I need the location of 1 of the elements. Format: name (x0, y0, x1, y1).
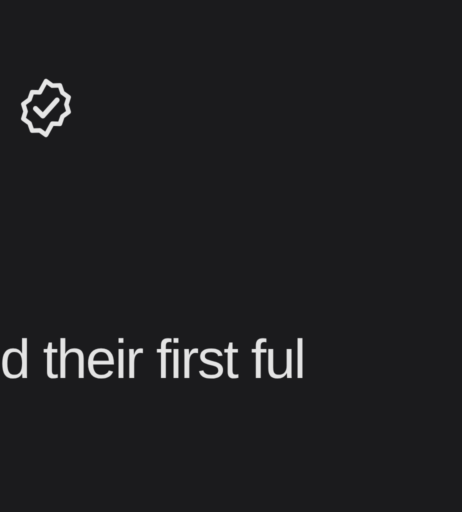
body-text: d their first ful (0, 332, 306, 387)
